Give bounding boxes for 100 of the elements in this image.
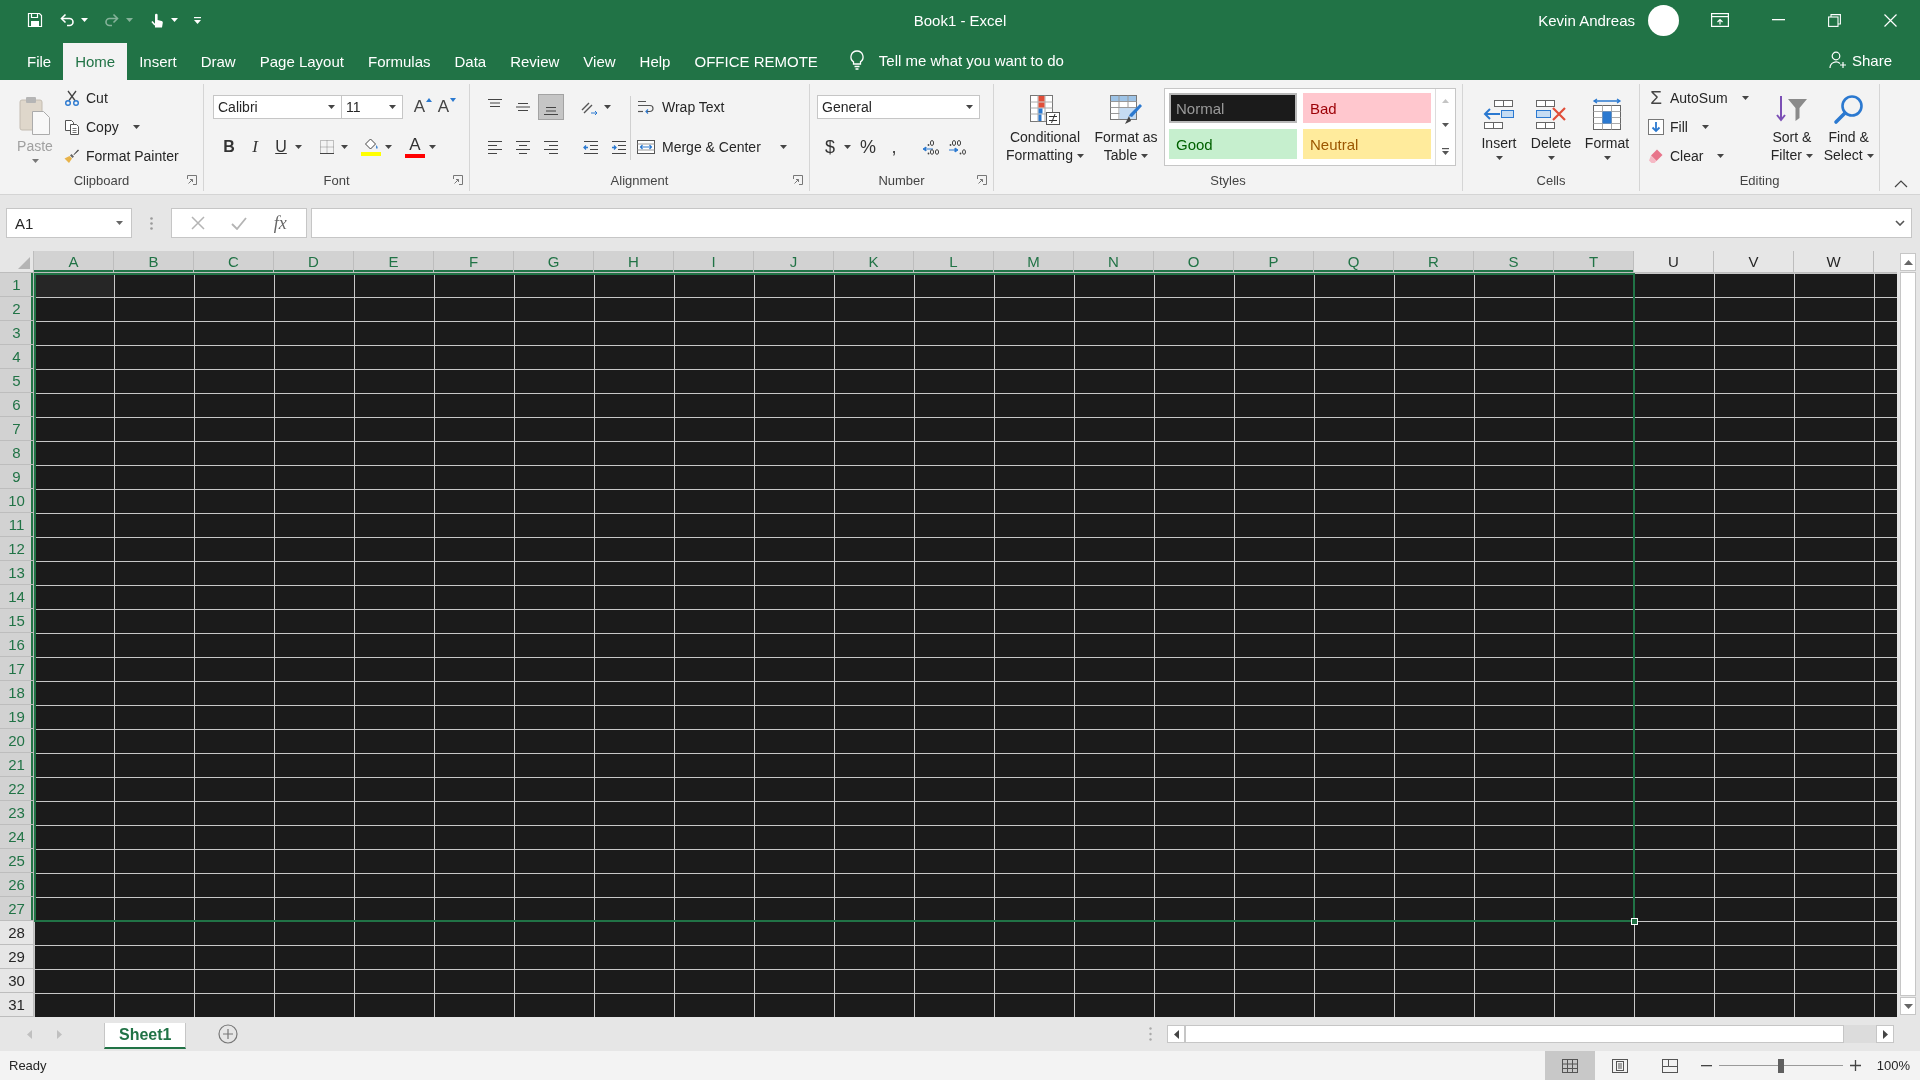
column-header[interactable]: N (1074, 251, 1154, 273)
drag-handle-icon[interactable] (150, 216, 153, 230)
column-header[interactable]: L (914, 251, 994, 273)
row-header[interactable]: 1 (0, 273, 34, 297)
row-header[interactable]: 2 (0, 297, 34, 321)
scroll-up-button[interactable] (1900, 253, 1916, 271)
insert-function-button[interactable]: fx (273, 212, 287, 234)
ribbon-tab[interactable]: Insert (127, 43, 189, 80)
ribbon-tab[interactable]: Draw (188, 43, 248, 80)
fill-button[interactable]: Fill (1648, 114, 1766, 140)
column-header[interactable]: C (194, 251, 274, 273)
row-header[interactable]: 25 (0, 849, 34, 873)
column-header[interactable]: P (1234, 251, 1314, 273)
merge-center-button[interactable]: Merge & Center (637, 134, 787, 160)
row-header[interactable]: 20 (0, 729, 34, 753)
cell-style[interactable]: Good (1169, 129, 1297, 159)
customize-icon[interactable] (194, 16, 201, 24)
row-header[interactable]: 27 (0, 897, 34, 921)
row-header[interactable]: 3 (0, 321, 34, 345)
format-painter-button[interactable]: Format Painter (64, 143, 179, 169)
cell-grid[interactable] (34, 273, 1897, 1017)
scroll-right-button[interactable] (1876, 1025, 1894, 1043)
ribbon-tab[interactable]: File (15, 43, 64, 80)
user-name[interactable]: Kevin Andreas (1538, 11, 1635, 29)
ribbon-display-icon[interactable] (1711, 13, 1729, 27)
column-header[interactable]: R (1394, 251, 1474, 273)
font-color-button[interactable]: A (402, 134, 428, 160)
percent-button[interactable]: % (855, 134, 881, 160)
formula-input[interactable] (311, 208, 1912, 238)
collapse-ribbon-icon[interactable] (1894, 180, 1908, 188)
column-header[interactable]: G (514, 251, 594, 273)
zoom-out-icon[interactable] (1700, 1064, 1712, 1067)
splitter-handle-icon[interactable] (1149, 1027, 1152, 1041)
zoom-slider-thumb[interactable] (1777, 1058, 1784, 1073)
ribbon-tab[interactable]: Page Layout (247, 43, 356, 80)
wrap-text-button[interactable]: Wrap Text (637, 94, 787, 120)
caret-icon[interactable] (341, 145, 348, 149)
scroll-left-button[interactable] (1167, 1025, 1185, 1043)
column-header[interactable]: U (1634, 251, 1714, 273)
ribbon-tab[interactable]: OFFICE REMOTE (682, 43, 830, 80)
column-header[interactable]: D (274, 251, 354, 273)
caret-icon[interactable] (385, 145, 392, 149)
avatar-icon[interactable] (1648, 4, 1679, 36)
conditional-formatting-button[interactable]: Conditional Formatting (1000, 84, 1090, 169)
close-icon[interactable] (1884, 13, 1897, 27)
row-header[interactable]: 17 (0, 657, 34, 681)
insert-cells-button[interactable]: Insert (1475, 84, 1523, 169)
ribbon-tab[interactable]: View (571, 43, 628, 80)
sheet-tab[interactable]: Sheet1 (104, 1023, 187, 1049)
row-header[interactable]: 18 (0, 681, 34, 705)
check-icon[interactable] (231, 216, 248, 230)
caret-icon[interactable] (81, 18, 88, 22)
fill-handle[interactable] (1631, 918, 1638, 925)
find-select-button[interactable]: Find & Select (1818, 84, 1879, 169)
vertical-align-button[interactable] (538, 94, 564, 120)
cell-style[interactable]: Neutral (1303, 129, 1431, 159)
row-header[interactable]: 15 (0, 609, 34, 633)
format-cells-button[interactable]: Format (1579, 84, 1635, 169)
row-header[interactable]: 7 (0, 417, 34, 441)
column-header[interactable]: W (1794, 251, 1874, 273)
row-header[interactable]: 21 (0, 753, 34, 777)
row-header[interactable]: 12 (0, 537, 34, 561)
restore-icon[interactable] (1828, 13, 1841, 27)
row-header[interactable]: 10 (0, 489, 34, 513)
dialog-launcher-icon[interactable] (793, 175, 803, 185)
column-header[interactable]: F (434, 251, 514, 273)
hand-pointer-icon[interactable] (149, 12, 165, 28)
copy-button[interactable]: Copy (64, 114, 179, 140)
row-header[interactable]: 29 (0, 945, 34, 969)
cell-style[interactable]: Normal (1169, 93, 1297, 123)
caret-icon[interactable] (295, 145, 302, 149)
ribbon-tab[interactable]: Formulas (355, 43, 443, 80)
column-header[interactable]: Q (1314, 251, 1394, 273)
ribbon-tab[interactable]: Data (442, 43, 499, 80)
column-header[interactable]: E (354, 251, 434, 273)
row-header[interactable]: 28 (0, 921, 34, 945)
expand-icon[interactable] (1895, 220, 1905, 226)
column-header[interactable]: K (834, 251, 914, 273)
row-header[interactable]: 5 (0, 369, 34, 393)
column-header[interactable]: B (114, 251, 194, 273)
row-header[interactable]: 8 (0, 441, 34, 465)
grow-font-button[interactable]: A (411, 94, 435, 120)
row-header[interactable]: 13 (0, 561, 34, 585)
ribbon-tab[interactable]: Review (498, 43, 572, 80)
dialog-launcher-icon[interactable] (977, 175, 987, 185)
font-size-field[interactable]: 11 (341, 95, 403, 119)
zoom-in-icon[interactable] (1849, 1060, 1861, 1071)
column-header[interactable]: A (34, 251, 114, 273)
row-header[interactable]: 11 (0, 513, 34, 537)
column-header[interactable]: V (1714, 251, 1794, 273)
column-header[interactable]: O (1154, 251, 1234, 273)
clear-button[interactable]: Clear (1648, 143, 1766, 169)
dialog-launcher-icon[interactable] (453, 175, 463, 185)
row-header[interactable]: 14 (0, 585, 34, 609)
cut-button[interactable]: Cut (64, 85, 179, 111)
row-header[interactable]: 30 (0, 969, 34, 993)
comma-style-button[interactable]: , (881, 134, 907, 160)
autosum-button[interactable]: Σ AutoSum (1648, 85, 1766, 111)
add-sheet-icon[interactable] (218, 1024, 239, 1044)
vertical-scroll-thumb[interactable] (1900, 272, 1916, 996)
